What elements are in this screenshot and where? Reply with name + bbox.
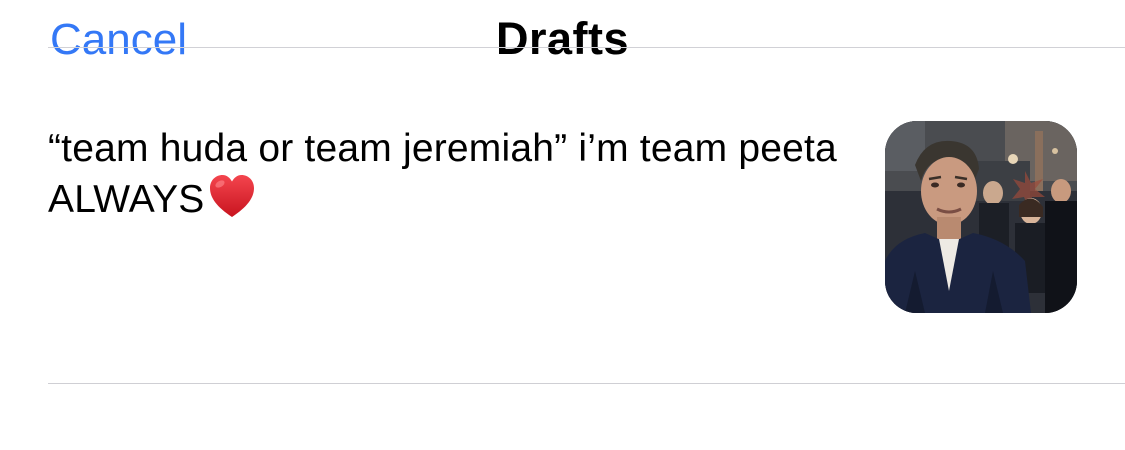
red-heart-icon (209, 175, 254, 217)
nav-divider (48, 47, 1125, 48)
photo-image (885, 121, 1077, 313)
row-divider (48, 383, 1125, 384)
draft-list-item[interactable]: “team huda or team jeremiah” i’m team pe… (0, 100, 1125, 384)
draft-text: “team huda or team jeremiah” i’m team pe… (48, 127, 837, 221)
navigation-bar: Cancel Drafts (0, 0, 1125, 70)
draft-text-container: “team huda or team jeremiah” i’m team pe… (48, 125, 838, 223)
page-title: Drafts (495, 13, 630, 64)
draft-media-thumbnail[interactable] (885, 121, 1077, 313)
